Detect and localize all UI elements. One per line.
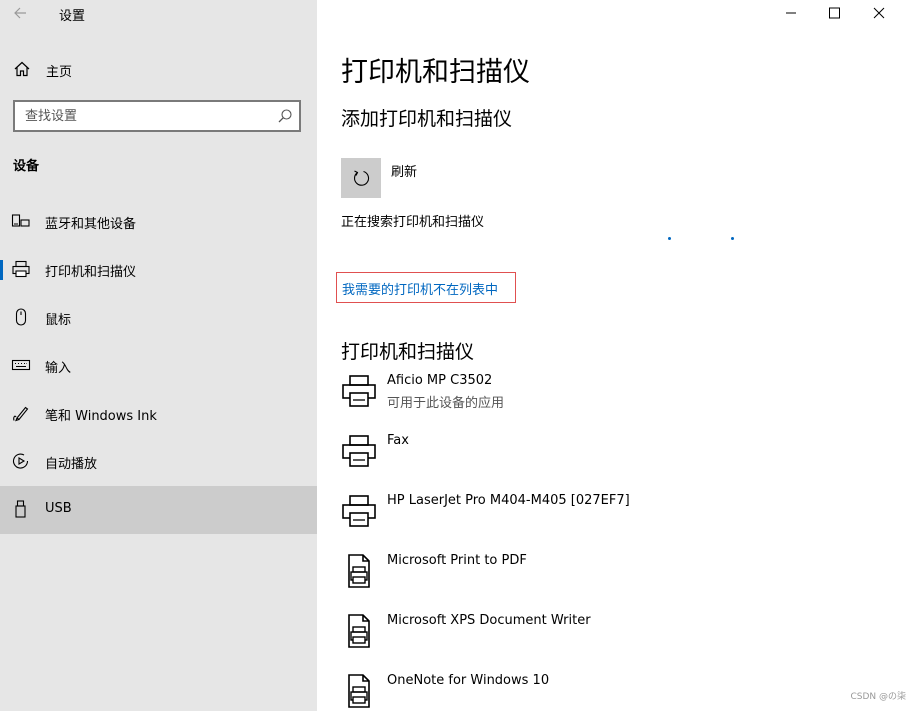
keyboard-icon xyxy=(11,359,31,371)
list-item[interactable]: Fax xyxy=(341,430,901,490)
section-heading: 设备 xyxy=(13,159,40,174)
document-printer-icon xyxy=(348,554,370,588)
progress-dot xyxy=(731,237,734,240)
device-name: Microsoft Print to PDF xyxy=(387,553,527,568)
list-item[interactable]: Aficio MP C3502 可用于此设备的应用 xyxy=(341,370,901,430)
add-printers-heading: 添加打印机和扫描仪 xyxy=(341,108,513,130)
sidebar-item-label: 自动播放 xyxy=(45,457,98,472)
close-button[interactable] xyxy=(869,4,889,22)
close-icon xyxy=(873,7,885,19)
sidebar-item-label: 鼠标 xyxy=(45,313,72,328)
sidebar-item-label: USB xyxy=(45,501,72,516)
sidebar-item-printers[interactable]: 打印机和扫描仪 xyxy=(0,246,317,294)
progress-dot xyxy=(668,237,671,240)
autoplay-icon xyxy=(12,453,29,469)
sidebar-item-label: 笔和 Windows Ink xyxy=(45,409,157,424)
document-printer-icon xyxy=(348,674,370,708)
sidebar-item-pen[interactable]: 笔和 Windows Ink xyxy=(0,390,317,438)
search-icon[interactable] xyxy=(277,108,293,124)
device-name: HP LaserJet Pro M404-M405 [027EF7] xyxy=(387,493,630,508)
minimize-button[interactable] xyxy=(781,4,801,22)
maximize-button[interactable] xyxy=(824,4,844,22)
list-item[interactable]: OneNote for Windows 10 xyxy=(341,670,901,711)
printer-icon xyxy=(342,495,376,527)
search-box[interactable] xyxy=(13,100,301,132)
window-controls xyxy=(781,0,921,28)
printer-icon xyxy=(342,375,376,407)
sidebar-item-typing[interactable]: 输入 xyxy=(0,342,317,390)
back-button[interactable] xyxy=(10,3,32,23)
sidebar-item-label: 蓝牙和其他设备 xyxy=(45,217,137,232)
printer-icon xyxy=(342,435,376,467)
sidebar-item-usb[interactable]: USB xyxy=(0,486,317,534)
list-item[interactable]: HP LaserJet Pro M404-M405 [027EF7] xyxy=(341,490,901,550)
sidebar-item-bluetooth[interactable]: 蓝牙和其他设备 xyxy=(0,198,317,246)
refresh-icon xyxy=(354,170,370,186)
printers-list-heading: 打印机和扫描仪 xyxy=(341,341,475,363)
page-title: 打印机和扫描仪 xyxy=(341,57,530,88)
usb-icon xyxy=(15,500,26,518)
device-status: 可用于此设备的应用 xyxy=(387,396,505,411)
app-title: 设置 xyxy=(59,9,86,24)
sidebar-item-home[interactable]: 主页 xyxy=(0,54,317,86)
printer-icon xyxy=(12,260,30,278)
title-bar: 设置 xyxy=(0,0,317,30)
watermark: CSDN @の柒 xyxy=(850,692,906,702)
refresh-button[interactable] xyxy=(341,158,381,198)
sidebar-item-autoplay[interactable]: 自动播放 xyxy=(0,438,317,486)
sidebar-item-label: 打印机和扫描仪 xyxy=(45,265,137,280)
document-printer-icon xyxy=(348,614,370,648)
highlight-box: 我需要的打印机不在列表中 xyxy=(336,272,516,303)
device-name: Microsoft XPS Document Writer xyxy=(387,613,591,628)
bluetooth-devices-icon xyxy=(11,214,30,227)
sidebar-item-mouse[interactable]: 鼠标 xyxy=(0,294,317,342)
printer-not-listed-link[interactable]: 我需要的打印机不在列表中 xyxy=(342,279,498,298)
device-name: Fax xyxy=(387,433,409,448)
device-list: Aficio MP C3502 可用于此设备的应用 Fax HP LaserJe… xyxy=(341,370,901,711)
search-input[interactable] xyxy=(15,102,265,130)
searching-status: 正在搜索打印机和扫描仪 xyxy=(341,215,485,230)
list-item[interactable]: Microsoft Print to PDF xyxy=(341,550,901,610)
sidebar-item-label: 输入 xyxy=(45,361,72,376)
sidebar-nav: 蓝牙和其他设备 打印机和扫描仪 鼠标 输入 笔和 Windows Ink 自动播… xyxy=(0,198,317,534)
pen-icon xyxy=(13,406,29,422)
refresh-label: 刷新 xyxy=(391,165,418,180)
device-name: Aficio MP C3502 xyxy=(387,373,493,388)
home-icon xyxy=(14,61,30,77)
mouse-icon xyxy=(15,308,27,326)
main-content: 打印机和扫描仪 添加打印机和扫描仪 刷新 正在搜索打印机和扫描仪 我需要的打印机… xyxy=(317,0,921,711)
minimize-icon xyxy=(786,12,796,14)
device-name: OneNote for Windows 10 xyxy=(387,673,550,688)
back-arrow-icon xyxy=(14,7,26,19)
sidebar-item-label: 主页 xyxy=(46,65,73,80)
list-item[interactable]: Microsoft XPS Document Writer xyxy=(341,610,901,670)
maximize-icon xyxy=(829,7,840,19)
sidebar: 设置 主页 设备 蓝牙和其他设备 xyxy=(0,0,317,711)
